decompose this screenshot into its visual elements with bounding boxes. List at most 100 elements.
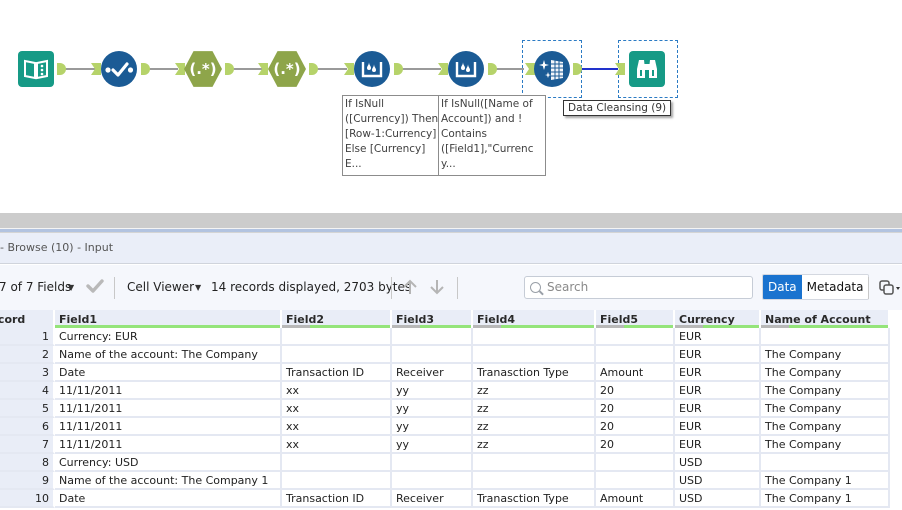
table-cell[interactable]: 11/11/2011	[55, 400, 282, 418]
table-cell[interactable]: Tranasction Type	[473, 364, 596, 382]
search-input[interactable]: Search	[524, 276, 753, 299]
table-cell[interactable]: zz	[473, 418, 596, 436]
output-anchor[interactable]	[309, 63, 318, 75]
output-anchor[interactable]	[488, 63, 497, 75]
table-cell[interactable]: zz	[473, 400, 596, 418]
fields-selector[interactable]: 7 of 7 Fields	[0, 280, 71, 294]
table-cell[interactable]: yy	[392, 436, 473, 454]
connection[interactable]	[315, 68, 347, 70]
table-cell[interactable]: The Company 1	[761, 490, 890, 508]
connection[interactable]	[401, 68, 441, 70]
table-cell[interactable]: zz	[473, 436, 596, 454]
column-header-field2[interactable]: Field2	[282, 310, 392, 328]
table-cell[interactable]: USD	[675, 454, 761, 472]
multi-row-formula-tool[interactable]	[354, 51, 390, 87]
pane-splitter[interactable]	[0, 213, 902, 228]
table-cell[interactable]: Receiver	[392, 490, 473, 508]
table-cell[interactable]: yy	[392, 418, 473, 436]
cell-viewer-dropdown[interactable]: Cell Viewer	[127, 280, 194, 294]
column-header-field1[interactable]: Field1	[55, 310, 282, 328]
table-row[interactable]: 1 Currency: EUR EUR	[0, 328, 890, 346]
connection[interactable]	[65, 68, 95, 70]
table-cell[interactable]	[761, 328, 890, 346]
table-cell[interactable]: EUR	[675, 346, 761, 364]
table-cell[interactable]: zz	[473, 382, 596, 400]
table-cell[interactable]	[473, 328, 596, 346]
table-cell[interactable]: Name of the account: The Company	[55, 346, 282, 364]
table-row[interactable]: 9 Name of the account: The Company 1 USD Th…	[0, 472, 890, 490]
apply-checkmark-icon[interactable]	[86, 278, 104, 297]
table-cell[interactable]: 20	[596, 382, 675, 400]
copy-icon[interactable]	[878, 279, 902, 300]
table-cell[interactable]: The Company	[761, 400, 890, 418]
table-cell[interactable]: xx	[282, 400, 392, 418]
table-cell[interactable]: EUR	[675, 328, 761, 346]
table-cell[interactable]: The Company	[761, 364, 890, 382]
table-cell[interactable]: 11/11/2011	[55, 418, 282, 436]
table-cell[interactable]	[596, 454, 675, 472]
table-cell[interactable]	[392, 472, 473, 490]
table-cell[interactable]: The Company	[761, 346, 890, 364]
connection[interactable]	[232, 68, 262, 70]
table-cell[interactable]: Amount	[596, 364, 675, 382]
output-anchor[interactable]	[394, 63, 403, 75]
table-cell[interactable]: The Company	[761, 382, 890, 400]
chevron-down-icon[interactable]: ▼	[195, 283, 201, 292]
table-cell[interactable]	[761, 454, 890, 472]
output-anchor[interactable]	[57, 63, 66, 75]
table-cell[interactable]	[473, 346, 596, 364]
table-row[interactable]: 3 Date Transaction ID Receiver Tranasction T…	[0, 364, 890, 382]
regex-tool[interactable]: (.*)	[184, 51, 222, 87]
table-cell[interactable]	[282, 328, 392, 346]
table-cell[interactable]: Tranasction Type	[473, 490, 596, 508]
table-row[interactable]: 7 11/11/2011 xx yy zz 20 EUR The Company	[0, 436, 890, 454]
table-cell[interactable]: 20	[596, 436, 675, 454]
table-cell[interactable]: EUR	[675, 400, 761, 418]
browse-tool[interactable]	[629, 51, 665, 87]
table-cell[interactable]: Name of the account: The Company 1	[55, 472, 282, 490]
table-cell[interactable]: EUR	[675, 418, 761, 436]
arrow-down-icon[interactable]	[428, 278, 446, 299]
connection[interactable]	[148, 68, 178, 70]
table-cell[interactable]: xx	[282, 382, 392, 400]
table-cell[interactable]: USD	[675, 472, 761, 490]
table-cell[interactable]: Transaction ID	[282, 490, 392, 508]
selected-connection[interactable]	[580, 68, 618, 70]
table-cell[interactable]: Transaction ID	[282, 364, 392, 382]
table-cell[interactable]: Currency: USD	[55, 454, 282, 472]
arrow-up-icon[interactable]	[401, 278, 419, 299]
table-cell[interactable]	[282, 346, 392, 364]
input-data-tool[interactable]	[18, 51, 54, 87]
table-row[interactable]: 6 11/11/2011 xx yy zz 20 EUR The Company	[0, 418, 890, 436]
table-row[interactable]: 10 Date Transaction ID Receiver Tranasction …	[0, 490, 890, 508]
chevron-down-icon[interactable]: ▼	[68, 283, 74, 292]
table-cell[interactable]	[392, 346, 473, 364]
column-header-field5[interactable]: Field5	[596, 310, 675, 328]
table-cell[interactable]	[392, 454, 473, 472]
table-cell[interactable]	[596, 472, 675, 490]
output-anchor[interactable]	[141, 63, 150, 75]
data-cleansing-tool[interactable]	[534, 51, 570, 87]
table-cell[interactable]: EUR	[675, 382, 761, 400]
table-cell[interactable]: Date	[55, 490, 282, 508]
column-header-currency[interactable]: Currency	[675, 310, 761, 328]
table-cell[interactable]: Date	[55, 364, 282, 382]
table-cell[interactable]	[392, 328, 473, 346]
output-anchor[interactable]	[225, 63, 234, 75]
data-tab[interactable]: Data	[763, 275, 802, 299]
column-header-name-of-account[interactable]: Name of Account	[761, 310, 890, 328]
table-cell[interactable]: Receiver	[392, 364, 473, 382]
table-cell[interactable]: The Company	[761, 436, 890, 454]
table-cell[interactable]: 11/11/2011	[55, 436, 282, 454]
table-row[interactable]: 2 Name of the account: The Company EUR The …	[0, 346, 890, 364]
table-row[interactable]: 8 Currency: USD USD	[0, 454, 890, 472]
table-cell[interactable]: USD	[675, 490, 761, 508]
table-cell[interactable]: 11/11/2011	[55, 382, 282, 400]
table-cell[interactable]: Amount	[596, 490, 675, 508]
table-cell[interactable]: Currency: EUR	[55, 328, 282, 346]
table-cell[interactable]: yy	[392, 382, 473, 400]
table-cell[interactable]: EUR	[675, 436, 761, 454]
column-header-field3[interactable]: Field3	[392, 310, 473, 328]
table-cell[interactable]	[282, 454, 392, 472]
regex-tool[interactable]: (.*)	[268, 51, 306, 87]
